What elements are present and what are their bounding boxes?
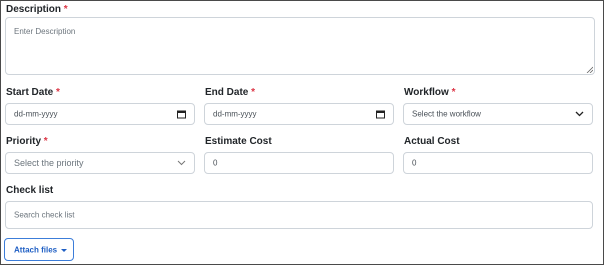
description-label-text: Description [6, 4, 62, 15]
required-mark: * [451, 87, 456, 98]
attach-files-button[interactable]: Attach files [4, 238, 74, 261]
workflow-select[interactable]: Select the workflow [403, 103, 593, 125]
description-textarea[interactable]: Enter Description [5, 17, 595, 75]
start-date-value: dd-mm-yyyy [14, 109, 58, 119]
priority-select[interactable]: Select the priority [5, 152, 195, 174]
task-form: Description * Enter Description Start Da… [0, 0, 604, 265]
actual-cost-input[interactable]: 0 [403, 152, 593, 174]
calendar-icon[interactable] [376, 110, 385, 119]
description-label: Description * [6, 4, 68, 15]
check-list-search-input[interactable]: Search check list [5, 201, 593, 229]
estimate-cost-value: 0 [213, 158, 218, 168]
required-mark: * [43, 136, 48, 147]
chevron-down-icon [177, 160, 186, 166]
required-mark: * [63, 4, 68, 15]
calendar-icon[interactable] [177, 110, 186, 119]
workflow-label: Workflow * [404, 87, 456, 98]
priority-label-text: Priority [6, 136, 42, 147]
end-date-value: dd-mm-yyyy [213, 109, 257, 119]
start-date-label: Start Date * [6, 87, 60, 98]
actual-cost-label: Actual Cost [404, 136, 460, 147]
workflow-label-text: Workflow [404, 87, 449, 98]
caret-down-icon [61, 249, 67, 252]
end-date-label-text: End Date [205, 87, 249, 98]
priority-selected-value: Select the priority [14, 158, 84, 168]
estimate-cost-label: Estimate Cost [205, 136, 272, 147]
actual-cost-value: 0 [412, 158, 417, 168]
check-list-label: Check list [6, 185, 53, 196]
end-date-input[interactable]: dd-mm-yyyy [204, 103, 394, 125]
end-date-label: End Date * [205, 87, 255, 98]
start-date-label-text: Start Date [6, 87, 54, 98]
workflow-selected-value: Select the workflow [412, 109, 481, 119]
check-list-label-text: Check list [6, 185, 54, 196]
estimate-cost-label-text: Estimate Cost [205, 136, 272, 147]
required-mark: * [251, 87, 256, 98]
description-placeholder: Enter Description [14, 27, 76, 36]
required-mark: * [56, 87, 60, 98]
start-date-input[interactable]: dd-mm-yyyy [5, 103, 195, 125]
chevron-down-icon [575, 111, 584, 117]
check-list-placeholder: Search check list [14, 210, 75, 220]
actual-cost-label-text: Actual Cost [404, 136, 460, 147]
resize-handle-icon[interactable] [586, 66, 593, 73]
attach-files-label: Attach files [14, 245, 58, 254]
priority-label: Priority * [6, 136, 48, 147]
estimate-cost-input[interactable]: 0 [204, 152, 394, 174]
